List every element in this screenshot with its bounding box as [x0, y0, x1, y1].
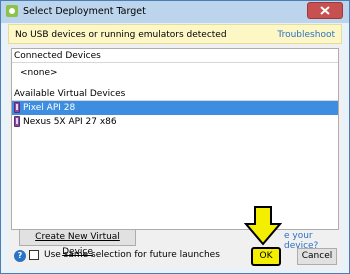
- close-icon: [320, 6, 330, 15]
- help-icon[interactable]: ?: [14, 250, 26, 262]
- available-devices-header: Available Virtual Devices: [12, 87, 338, 101]
- phone-icon: [14, 116, 20, 127]
- banner-message: No USB devices or running emulators dete…: [15, 30, 227, 40]
- same-selection-checkbox[interactable]: [29, 250, 39, 260]
- device-row-nexus-5x[interactable]: Nexus 5X API 27 x86: [12, 115, 338, 129]
- ok-button[interactable]: OK: [251, 247, 281, 266]
- no-connected-devices: <none>: [20, 68, 58, 78]
- dialog-window: Select Deployment Target No USB devices …: [0, 0, 350, 274]
- troubleshoot-link[interactable]: Troubleshoot: [277, 30, 335, 40]
- cancel-button[interactable]: Cancel: [297, 248, 337, 265]
- same-selection-label: Use same selection for future launches: [44, 250, 220, 260]
- window-title: Select Deployment Target: [23, 6, 146, 17]
- device-list: Connected Devices <none> Available Virtu…: [11, 48, 339, 230]
- create-virtual-device-button[interactable]: Create New Virtual Device: [19, 229, 136, 257]
- connected-devices-label: Connected Devices: [14, 51, 101, 61]
- dialog-content: No USB devices or running emulators dete…: [8, 24, 342, 268]
- connected-devices-header: Connected Devices: [12, 49, 338, 63]
- close-button[interactable]: [307, 2, 343, 19]
- device-label: Pixel API 28: [23, 103, 76, 113]
- device-row-pixel-api-28[interactable]: Pixel API 28: [12, 101, 338, 115]
- phone-icon: [14, 102, 20, 113]
- available-devices-label: Available Virtual Devices: [14, 89, 126, 99]
- yellow-arrow-icon: [244, 206, 282, 246]
- device-label: Nexus 5X API 27 x86: [23, 117, 117, 127]
- title-bar[interactable]: Select Deployment Target: [1, 1, 349, 23]
- no-devices-banner: No USB devices or running emulators dete…: [8, 24, 342, 44]
- android-studio-icon: [6, 5, 18, 17]
